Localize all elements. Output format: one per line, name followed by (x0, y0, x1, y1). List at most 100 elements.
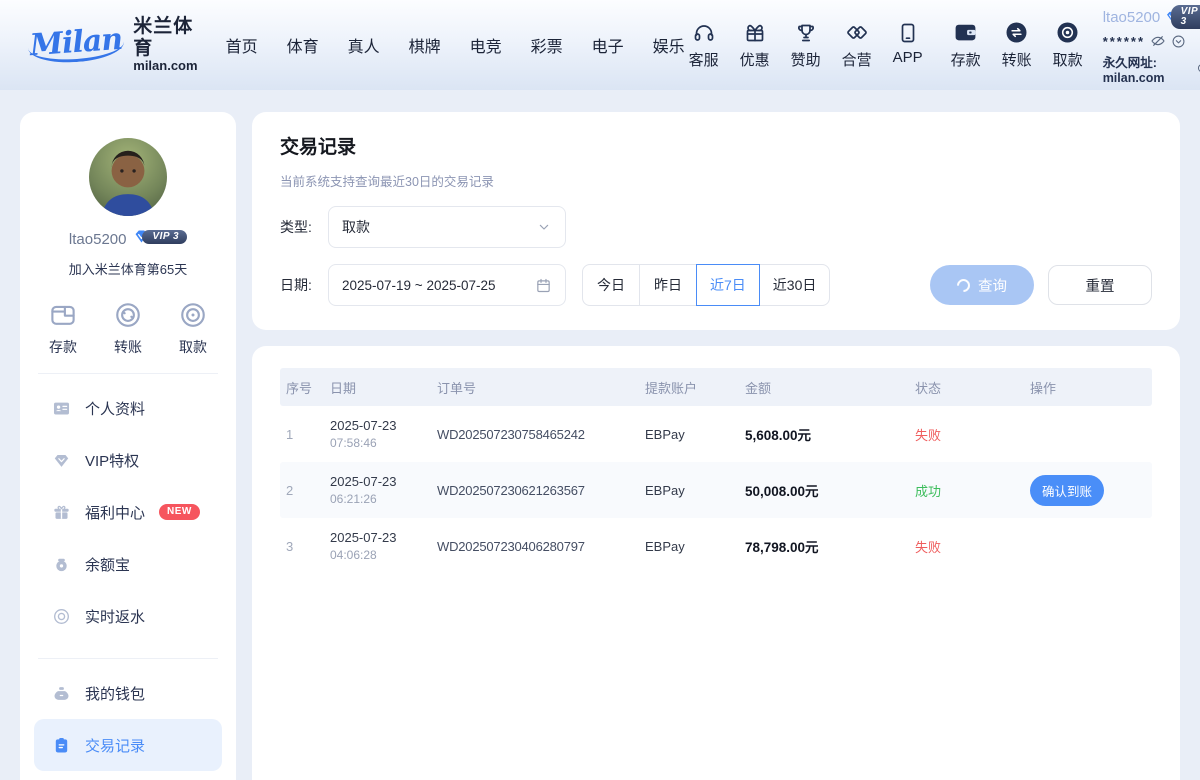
main-nav: 首页 体育 真人 棋牌 电竞 彩票 电子 娱乐 (226, 33, 685, 57)
sidebar-username: ltao5200 (69, 231, 127, 248)
divider (38, 658, 218, 659)
loading-spinner-icon (954, 276, 972, 294)
sidebar-item-投注记录[interactable]: 投注记录 (34, 771, 222, 780)
sidebar-avatar[interactable] (89, 138, 167, 216)
table-header-cell: 日期 (330, 378, 437, 397)
user-info[interactable]: ltao5200 VIP 3 ****** 永久网址: milan.com (1103, 5, 1200, 86)
sidebar-item-余额宝[interactable]: 余额宝 (34, 538, 222, 590)
sidebar-item-个人资料[interactable]: 个人资料 (34, 382, 222, 434)
search-icon[interactable] (1196, 62, 1200, 76)
topbar-button-合营[interactable]: 合营 (838, 20, 876, 70)
cell-status: 成功 (915, 481, 1030, 500)
table-header-cell: 序号 (280, 378, 330, 397)
username: ltao5200 (1103, 9, 1161, 26)
logo-domain-text: milan.com (133, 59, 197, 74)
nav-item[interactable]: 体育 (287, 33, 319, 57)
logo-script-text: Milan (27, 25, 125, 66)
range-button-今日[interactable]: 今日 (582, 264, 640, 306)
trophy-icon (794, 20, 818, 45)
table-row: 32025-07-2304:06:28WD202507230406280797E… (280, 518, 1152, 574)
logo-cn-text: 米兰体育 (133, 16, 197, 60)
table-header-cell: 金额 (745, 378, 915, 397)
cell-order-number: WD202507230621263567 (437, 483, 645, 498)
transfer-icon (1004, 20, 1029, 45)
sidebar: ltao5200 VIP 3 加入米兰体育第65天 存款转账取款 个人资料VIP… (20, 112, 236, 780)
type-select-value: 取款 (342, 217, 370, 237)
cell-withdraw-account: EBPay (645, 483, 745, 498)
table-header-cell: 状态 (915, 378, 1030, 397)
sidebar-menu-records: 我的钱包交易记录投注记录 (34, 667, 222, 780)
reset-button[interactable]: 重置 (1048, 265, 1152, 305)
table-header-cell: 订单号 (437, 378, 645, 397)
cell-amount: 78,798.00元 (745, 536, 915, 556)
withdraw-outline-icon (178, 300, 208, 330)
nav-item[interactable]: 电子 (592, 33, 624, 57)
masked-balance: ****** (1103, 35, 1145, 48)
cell-status: 失败 (915, 537, 1030, 556)
sidebar-menu: 个人资料VIP特权福利中心NEW余额宝实时返水 (34, 382, 222, 642)
topbar: Milan 米兰体育 milan.com 首页 体育 真人 棋牌 电竞 彩票 电子 娱乐 客服… (0, 0, 1200, 90)
range-button-昨日[interactable]: 昨日 (639, 264, 697, 306)
cell-date: 2025-07-2304:06:28 (330, 529, 437, 563)
cell-status: 失败 (915, 425, 1030, 444)
cell-date: 2025-07-2307:58:46 (330, 417, 437, 451)
vip-icon (52, 451, 71, 470)
transactions-icon (52, 736, 71, 755)
nav-item[interactable]: 电竞 (470, 33, 502, 57)
cell-amount: 5,608.00元 (745, 424, 915, 444)
sidebar-item-VIP特权[interactable]: VIP特权 (34, 434, 222, 486)
sidebar-item-交易记录[interactable]: 交易记录 (34, 719, 222, 771)
topbar-button-APP[interactable]: APP (889, 20, 927, 70)
date-range-value: 2025-07-19 ~ 2025-07-25 (342, 278, 496, 293)
cell-amount: 50,008.00元 (745, 480, 915, 500)
topbar-button-存款[interactable]: 存款 (947, 20, 985, 70)
cell-seq: 2 (280, 483, 330, 498)
nav-item[interactable]: 娱乐 (653, 33, 685, 57)
sidebar-vip-badge: VIP 3 (133, 228, 187, 250)
date-label: 日期: (280, 275, 328, 295)
sidebar-item-我的钱包[interactable]: 我的钱包 (34, 667, 222, 719)
divider (38, 373, 218, 374)
eye-off-icon[interactable] (1150, 33, 1166, 49)
transactions-table-card: 序号日期订单号提款账户金额状态操作 12025-07-2307:58:46WD2… (252, 346, 1180, 780)
nav-item[interactable]: 首页 (226, 33, 258, 57)
cell-withdraw-account: EBPay (645, 539, 745, 554)
nav-item[interactable]: 彩票 (531, 33, 563, 57)
cell-action: 确认到账 (1030, 475, 1152, 506)
page-title: 交易记录 (280, 132, 1152, 159)
page-subtitle: 当前系统支持查询最近30日的交易记录 (280, 171, 1152, 190)
confirm-received-button[interactable]: 确认到账 (1030, 475, 1104, 506)
query-button[interactable]: 查询 (930, 265, 1034, 305)
topbar-button-优惠[interactable]: 优惠 (736, 20, 774, 70)
nav-item[interactable]: 真人 (348, 33, 380, 57)
range-button-近30日[interactable]: 近30日 (759, 264, 831, 306)
withdraw-icon (1055, 20, 1080, 45)
range-button-近7日[interactable]: 近7日 (696, 264, 760, 306)
rebate-icon (52, 607, 71, 626)
cell-seq: 3 (280, 539, 330, 554)
type-select[interactable]: 取款 (328, 206, 566, 248)
sidebar-item-福利中心[interactable]: 福利中心NEW (34, 486, 222, 538)
topbar-quick-icons: 客服优惠赞助合营 APP (685, 20, 927, 70)
sidebar-action-存款[interactable]: 存款 (48, 300, 78, 357)
date-quick-ranges: 今日昨日近7日近30日 (582, 264, 830, 306)
table-header-cell: 提款账户 (645, 378, 745, 397)
nav-item[interactable]: 棋牌 (409, 33, 441, 57)
type-label: 类型: (280, 217, 328, 237)
profile-icon (52, 399, 71, 418)
sidebar-action-转账[interactable]: 转账 (113, 300, 143, 357)
vip-badge: VIP 3 (1165, 5, 1200, 31)
circle-chevron-icon[interactable] (1171, 34, 1186, 49)
headset-icon (692, 20, 716, 45)
topbar-button-客服[interactable]: 客服 (685, 20, 723, 70)
sidebar-item-实时返水[interactable]: 实时返水 (34, 590, 222, 642)
partner-icon (845, 20, 869, 45)
sidebar-action-取款[interactable]: 取款 (178, 300, 208, 357)
cell-seq: 1 (280, 427, 330, 442)
topbar-button-转账[interactable]: 转账 (998, 20, 1036, 70)
date-range-input[interactable]: 2025-07-19 ~ 2025-07-25 (328, 264, 566, 306)
topbar-button-赞助[interactable]: 赞助 (787, 20, 825, 70)
logo[interactable]: Milan 米兰体育 milan.com (28, 16, 198, 75)
transfer-outline-icon (113, 300, 143, 330)
topbar-button-取款[interactable]: 取款 (1049, 20, 1087, 70)
